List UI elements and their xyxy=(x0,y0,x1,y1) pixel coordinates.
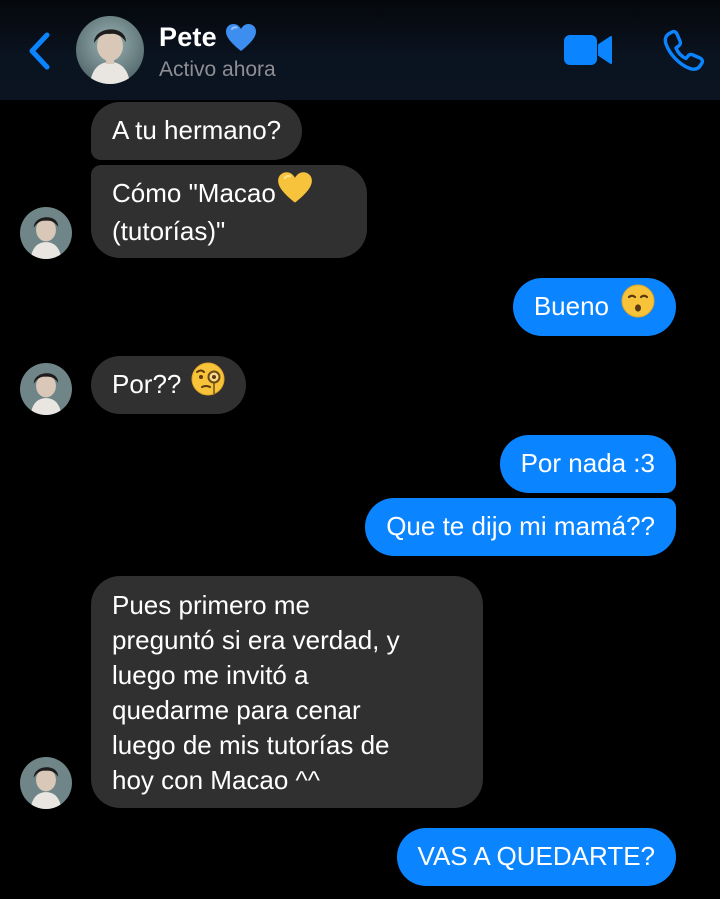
message-text-line: Pues primero me xyxy=(112,590,310,620)
kissing-face-icon xyxy=(621,284,655,327)
monocle-face-icon xyxy=(191,362,225,405)
yellow-heart-icon xyxy=(277,171,313,214)
message-text: Que te dijo mi mamá?? xyxy=(386,511,655,541)
message-text-line: quedarme para cenar xyxy=(112,695,361,725)
message-bubble-outgoing[interactable]: Por nada :3 xyxy=(499,435,676,493)
contact-name-text: Pete xyxy=(159,22,217,52)
message-bubble-outgoing[interactable]: Que te dijo mi mamá?? xyxy=(365,498,676,556)
back-button[interactable] xyxy=(22,30,56,72)
message-text-line: luego de mis tutorías de xyxy=(112,730,390,760)
message-text-line: preguntó si era verdad, y xyxy=(112,625,400,655)
message-bubble-outgoing[interactable]: VAS A QUEDARTE? xyxy=(396,828,676,886)
phone-icon xyxy=(663,29,705,71)
contact-status: Activo ahora xyxy=(159,58,276,81)
video-camera-icon xyxy=(564,35,612,65)
message-bubble-incoming[interactable]: A tu hermano? xyxy=(91,102,303,160)
message-bubble-outgoing[interactable]: Bueno xyxy=(512,278,676,336)
message-text-line: (tutorías)" xyxy=(112,215,226,246)
video-call-button[interactable] xyxy=(563,32,613,68)
message-text: VAS A QUEDARTE? xyxy=(417,841,655,871)
contact-avatar-small[interactable] xyxy=(20,757,72,809)
contact-avatar-small[interactable] xyxy=(20,363,72,415)
contact-avatar-small[interactable] xyxy=(20,207,72,259)
chevron-left-icon xyxy=(29,32,50,70)
blue-heart-icon xyxy=(225,23,257,53)
message-bubble-incoming[interactable]: Pues primero me preguntó si era verdad, … xyxy=(91,576,483,808)
message-text: A tu hermano? xyxy=(112,115,282,145)
message-text: Por nada :3 xyxy=(520,448,655,478)
message-text-line: hoy con Macao ^^ xyxy=(112,765,320,795)
chat-header: Pete Activo ahora xyxy=(0,0,720,100)
contact-name[interactable]: Pete xyxy=(159,22,257,53)
message-bubble-incoming[interactable]: Cómo "Macao (tutorías)" xyxy=(91,165,367,258)
message-text: Bueno xyxy=(533,291,609,321)
message-text-line: luego me invitó a xyxy=(112,660,309,690)
message-bubble-incoming[interactable]: Por?? xyxy=(91,356,247,414)
message-text-line: Cómo "Macao xyxy=(112,178,276,208)
voice-call-button[interactable] xyxy=(662,28,706,72)
contact-avatar[interactable] xyxy=(76,16,144,84)
message-text: Por?? xyxy=(112,369,182,399)
